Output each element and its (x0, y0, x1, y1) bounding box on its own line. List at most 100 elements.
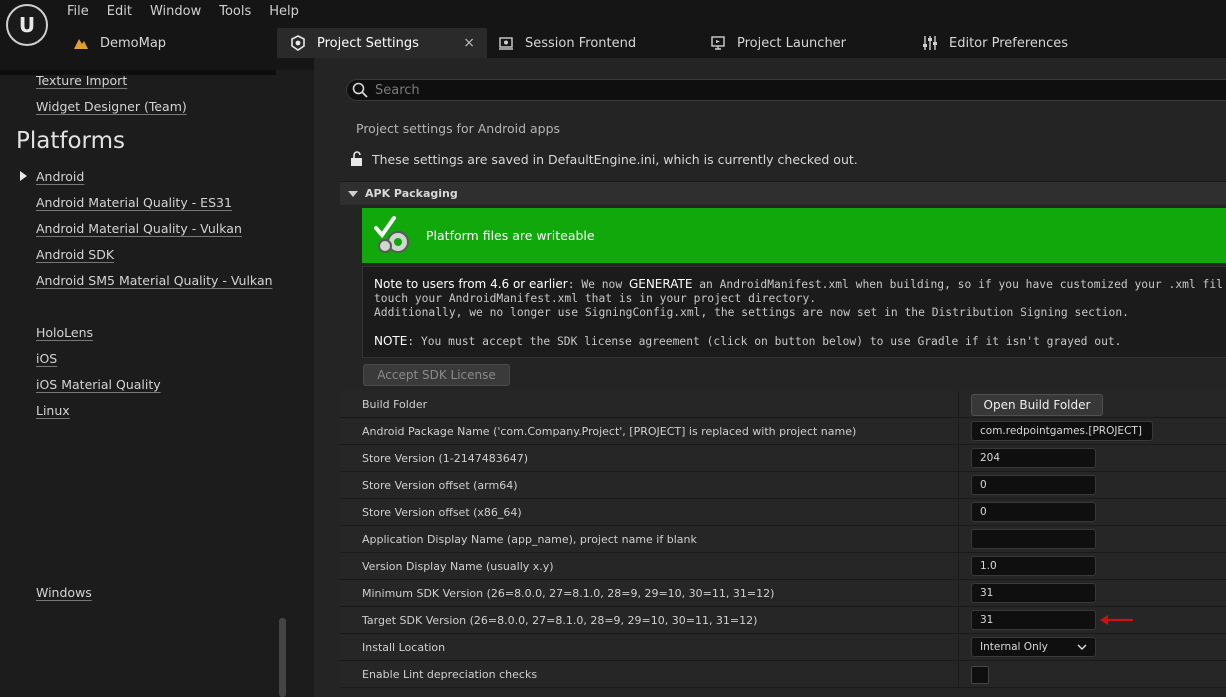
column-divider[interactable] (958, 445, 959, 472)
search-icon (351, 81, 369, 99)
tab-editor-preferences[interactable]: Editor Preferences (909, 28, 1129, 58)
note-bold-4: NOTE (374, 334, 408, 348)
tab-project-settings[interactable]: Project Settings × (277, 28, 487, 58)
launcher-icon (709, 34, 727, 52)
column-divider[interactable] (958, 553, 959, 580)
sidebar-item-android-sm5-vulkan[interactable]: Android SM5 Material Quality - Vulkan (36, 273, 273, 288)
tab-label: Session Frontend (525, 35, 637, 51)
sidebar-item-hololens[interactable]: HoloLens (36, 325, 93, 340)
saved-note-text: These settings are saved in DefaultEngin… (372, 151, 858, 167)
install-location-dropdown[interactable]: Internal Only (971, 637, 1096, 657)
note-text-2: touch your AndroidManifest.xml that is i… (374, 292, 817, 305)
store-version-input[interactable]: 204 (971, 448, 1096, 468)
column-divider[interactable] (958, 499, 959, 526)
unlocked-icon (350, 151, 364, 167)
sidebar-item-linux[interactable]: Linux (36, 403, 70, 418)
sidebar-scrollbar[interactable] (279, 618, 286, 697)
note-bold-1: Note to users from 4.6 or earlier (374, 277, 568, 291)
column-divider[interactable] (958, 661, 959, 688)
property-label: Store Version offset (arm64) (362, 479, 518, 492)
property-label: Store Version (1-2147483647) (362, 452, 529, 465)
search-box[interactable] (346, 79, 1226, 101)
sliders-icon (921, 34, 939, 52)
tab-project-launcher[interactable]: Project Launcher (697, 28, 897, 58)
tab-label: Editor Preferences (949, 35, 1069, 51)
menu-file[interactable]: File (58, 0, 98, 24)
tab-session-frontend[interactable]: Session Frontend (485, 28, 685, 58)
menu-bar: File Edit Window Tools Help (58, 0, 308, 24)
property-label: Store Version offset (x86_64) (362, 506, 522, 519)
unreal-logo-icon[interactable]: U (6, 4, 48, 46)
sidebar-item-widget-designer[interactable]: Widget Designer (Team) (36, 99, 187, 114)
sidebar-item-ios-material-quality[interactable]: iOS Material Quality (36, 377, 161, 392)
section-title: APK Packaging (365, 187, 458, 200)
property-row-package-name: Android Package Name ('com.Company.Proje… (340, 418, 1226, 445)
store-version-x86-input[interactable]: 0 (971, 502, 1096, 522)
manifest-note: Note to users from 4.6 or earlier: We no… (362, 266, 1226, 358)
property-label: Install Location (362, 641, 446, 654)
session-icon (497, 34, 515, 52)
column-divider[interactable] (958, 580, 959, 607)
menu-tools[interactable]: Tools (210, 0, 260, 24)
gears-check-icon (374, 215, 409, 253)
sidebar-item-android-material-vulkan[interactable]: Android Material Quality - Vulkan (36, 221, 242, 236)
tab-label: DemoMap (100, 35, 167, 51)
note-bold-2: GENERATE (628, 277, 693, 291)
collapse-caret-icon (348, 190, 358, 197)
platform-files-banner: Platform files are writeable (362, 208, 1226, 263)
sidebar-item-android-material-es31[interactable]: Android Material Quality - ES31 (36, 195, 232, 210)
property-label: Target SDK Version (26=8.0.0, 27=8.1.0, … (362, 614, 758, 627)
package-name-input[interactable]: com.redpointgames.[PROJECT] (971, 421, 1153, 441)
menu-window[interactable]: Window (141, 0, 210, 24)
menu-help[interactable]: Help (260, 0, 308, 24)
sidebar-item-ios[interactable]: iOS (36, 351, 57, 366)
open-build-folder-button[interactable]: Open Build Folder (971, 394, 1103, 416)
settings-category-sidebar: Texture Import Widget Designer (Team) Pl… (0, 70, 314, 697)
section-apk-packaging[interactable]: APK Packaging (340, 181, 1226, 205)
apk-packaging-properties: Build Folder Open Build Folder Android P… (340, 391, 1226, 688)
tab-label: Project Settings (317, 35, 419, 51)
close-tab-icon[interactable]: × (463, 35, 475, 51)
version-display-name-input[interactable]: 1.0 (971, 556, 1096, 576)
settings-cube-icon (289, 34, 307, 52)
document-tab-bar: DemoMap Project Settings × Session Front… (58, 28, 1226, 58)
note-text-1b: an AndroidManifest.xml when building, so… (692, 278, 1223, 291)
column-divider[interactable] (958, 526, 959, 553)
column-divider[interactable] (958, 634, 959, 661)
lint-checks-checkbox[interactable] (971, 666, 989, 684)
search-input[interactable] (375, 82, 1175, 98)
config-file-status: These settings are saved in DefaultEngin… (350, 151, 858, 167)
property-label: Version Display Name (usually x.y) (362, 560, 554, 573)
chevron-down-icon (1077, 644, 1087, 650)
menu-edit[interactable]: Edit (98, 0, 141, 24)
note-text-4: : You must accept the SDK license agreem… (407, 335, 1122, 348)
sidebar-heading-platforms: Platforms (16, 128, 125, 154)
expand-arrow-icon[interactable] (20, 171, 27, 181)
column-divider[interactable] (958, 472, 959, 499)
column-divider[interactable] (958, 418, 959, 445)
tab-demomap[interactable]: DemoMap (60, 28, 260, 58)
property-row-install-location: Install Location Internal Only (340, 634, 1226, 661)
red-arrow-annotation-icon (1100, 615, 1133, 625)
sidebar-item-android[interactable]: Android (36, 169, 84, 184)
property-row-lint-checks: Enable Lint depreciation checks (340, 661, 1226, 688)
property-label: Minimum SDK Version (26=8.0.0, 27=8.1.0,… (362, 587, 775, 600)
store-version-arm64-input[interactable]: 0 (971, 475, 1096, 495)
sidebar-item-android-sdk[interactable]: Android SDK (36, 247, 114, 262)
property-label: Android Package Name ('com.Company.Proje… (362, 425, 857, 438)
app-display-name-input[interactable] (971, 529, 1096, 549)
property-row-store-version-arm64: Store Version offset (arm64) 0 (340, 472, 1226, 499)
property-row-version-display-name: Version Display Name (usually x.y) 1.0 (340, 553, 1226, 580)
settings-description: Project settings for Android apps (356, 121, 561, 136)
column-divider[interactable] (958, 607, 959, 634)
note-text-1a: : We now (567, 278, 629, 291)
tab-label: Project Launcher (737, 35, 847, 51)
sidebar-item-texture-import[interactable]: Texture Import (36, 73, 127, 88)
sidebar-item-windows[interactable]: Windows (36, 585, 92, 600)
target-sdk-input[interactable]: 31 (971, 610, 1096, 630)
min-sdk-input[interactable]: 31 (971, 583, 1096, 603)
property-label: Enable Lint depreciation checks (362, 668, 538, 681)
banner-text: Platform files are writeable (426, 228, 595, 243)
column-divider[interactable] (958, 391, 959, 418)
accept-sdk-license-button[interactable]: Accept SDK License (363, 364, 510, 386)
